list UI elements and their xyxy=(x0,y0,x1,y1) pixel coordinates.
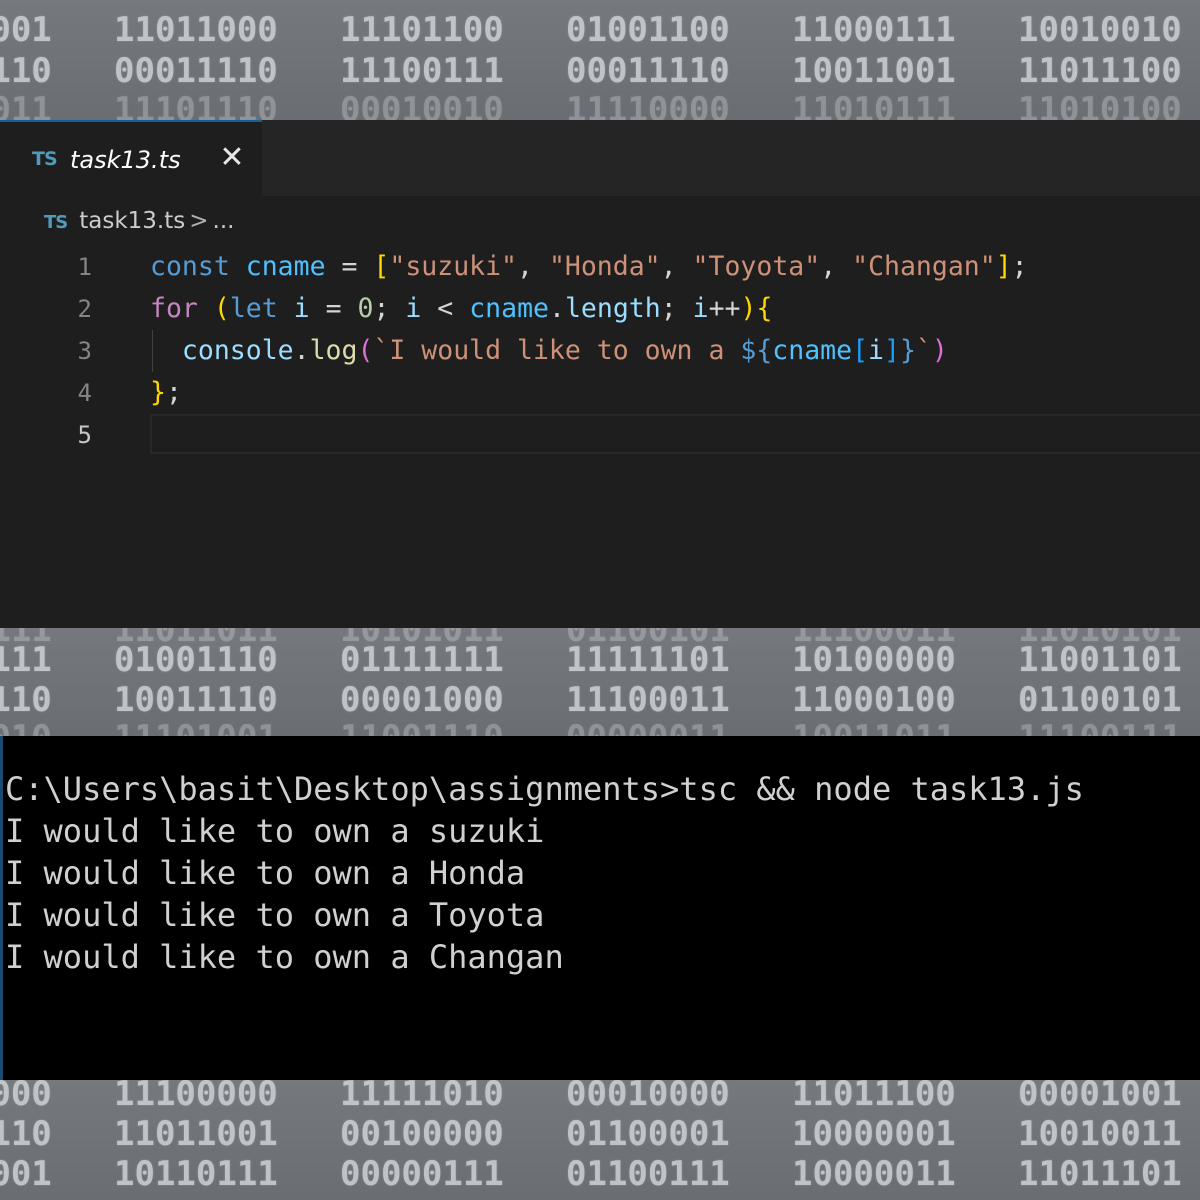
code-text[interactable]: console.log(`I would like to own a ${cna… xyxy=(150,330,948,372)
code-line: 4 }; xyxy=(0,372,1200,414)
line-number: 3 xyxy=(77,337,92,365)
line-number: 1 xyxy=(77,253,92,281)
code-line: 2 for (let i = 0; i < cname.length; i++)… xyxy=(0,288,1200,330)
binary-row: 0111111000011110111001110001111010011001… xyxy=(0,51,1182,91)
code-editor: TS task13.ts ✕ TS task13.ts >... 1 const c… xyxy=(0,120,1200,628)
terminal-output-line: I would like to own a Honda xyxy=(5,854,526,892)
binary-background-bottom: 1111100011100000111110100001000011011100… xyxy=(0,1080,1200,1200)
code-line: 3 console.log(`I would like to own a ${c… xyxy=(0,330,1200,372)
code-area[interactable]: 1 const cname = ["suzuki", "Honda", "Toy… xyxy=(0,246,1200,456)
binary-row: 1011101111101110000100101111000011010111… xyxy=(0,90,1182,120)
code-text[interactable]: const cname = ["suzuki", "Honda", "Toyot… xyxy=(150,246,1028,288)
current-line-highlight[interactable] xyxy=(150,414,1200,454)
code-line-current: 5 xyxy=(0,414,1200,456)
editor-tab-bar: TS task13.ts ✕ xyxy=(0,120,1200,196)
tab-task13-ts[interactable]: TS task13.ts ✕ xyxy=(0,120,262,196)
terminal-output-line: I would like to own a suzuki xyxy=(5,812,545,850)
line-number: 2 xyxy=(77,295,92,323)
close-icon[interactable]: ✕ xyxy=(216,140,248,176)
binary-row: 1011011101001110011111111111110110100000… xyxy=(0,640,1182,680)
typescript-icon: TS xyxy=(32,148,58,170)
binary-background-middle: 1011011111011011101010110110010111100011… xyxy=(0,628,1200,736)
tab-label: task13.ts xyxy=(70,146,181,174)
code-line: 1 const cname = ["suzuki", "Honda", "Toy… xyxy=(0,246,1200,288)
code-text[interactable]: for (let i = 0; i < cname.length; i++){ xyxy=(150,288,772,330)
binary-row: 1011111011011001001000000110000110000001… xyxy=(0,1114,1182,1154)
chevron-right-icon: > xyxy=(189,208,209,234)
binary-row: 1011011010011110000010001110001111000100… xyxy=(0,680,1182,720)
typescript-icon: TS xyxy=(44,212,68,233)
line-number: 5 xyxy=(77,421,92,449)
terminal-output-line: I would like to own a Changan xyxy=(5,938,564,976)
binary-row: 1100000111011000111011000100110011000111… xyxy=(0,10,1182,50)
breadcrumb-symbols[interactable]: ... xyxy=(213,208,235,234)
binary-row: 1101000110110111000001110110011110000011… xyxy=(0,1154,1182,1194)
terminal-output-line: I would like to own a Toyota xyxy=(5,896,545,934)
breadcrumb[interactable]: TS task13.ts >... xyxy=(44,208,234,238)
binary-row: 1101001011101001110011100000001110011011… xyxy=(0,718,1200,736)
binary-background-top: 1100000111011000111011000100110011000111… xyxy=(0,0,1200,120)
terminal-output[interactable]: C:\Users\basit\Desktop\assignments>tsc &… xyxy=(0,736,1200,1080)
code-text[interactable]: }; xyxy=(150,372,182,414)
binary-row: 1111100011100000111110100001000011011100… xyxy=(0,1080,1182,1114)
terminal-command-line: C:\Users\basit\Desktop\assignments>tsc &… xyxy=(5,770,1084,808)
line-number: 4 xyxy=(77,379,92,407)
breadcrumb-file[interactable]: task13.ts xyxy=(79,208,185,234)
